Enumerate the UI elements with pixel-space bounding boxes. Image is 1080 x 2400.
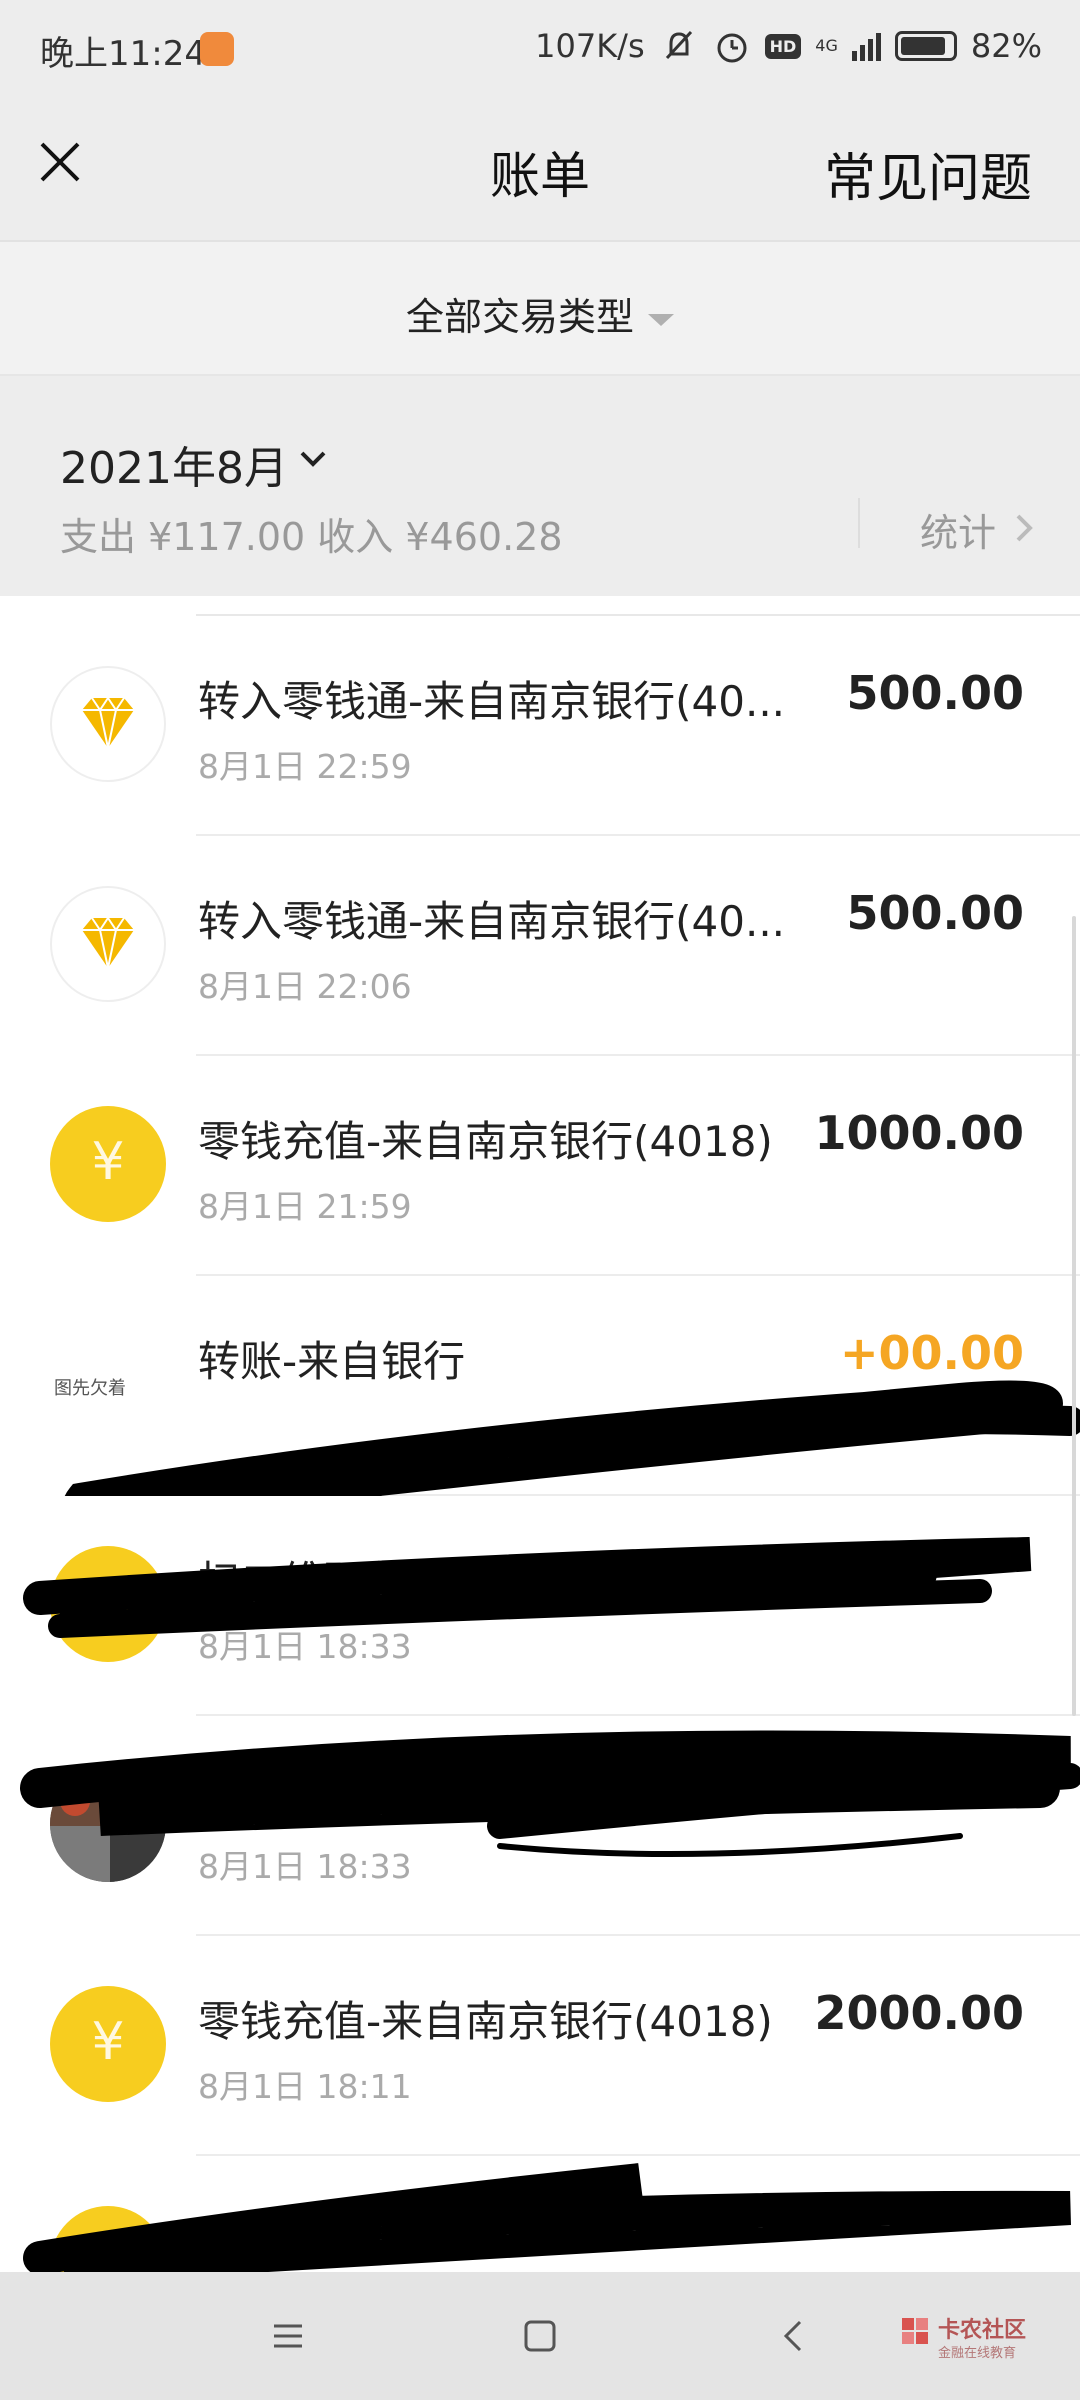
transaction-amount: +00.00	[839, 1326, 1024, 1380]
faq-link[interactable]: 常见问题	[824, 136, 1032, 211]
watermark: 卡农社区 金融在线教育	[900, 2308, 1060, 2368]
transaction-title: 零钱充值-来自南京银行(4018)	[198, 1997, 773, 2046]
chevron-right-icon[interactable]	[1010, 508, 1038, 548]
stats-link[interactable]: 统计	[920, 502, 996, 557]
filter-dropdown[interactable]: 全部交易类型	[0, 286, 1080, 341]
system-nav-bar: 卡农社区 金融在线教育	[0, 2272, 1080, 2400]
transaction-row[interactable]: 扫二维码付款 8月1日 18:33	[0, 1716, 1080, 1936]
signal-icon	[851, 31, 881, 61]
diamond-icon	[50, 886, 166, 1002]
transaction-time: 8月1日 18:33	[198, 1627, 412, 1666]
divider	[858, 498, 860, 548]
yuan-coin-icon: ¥	[50, 1986, 166, 2102]
transaction-row[interactable]: 扫二维码付款 8月1日 18:33	[0, 1496, 1080, 1716]
transaction-amount: 500.00	[846, 666, 1024, 720]
watermark-logo-icon	[902, 2318, 928, 2344]
mute-icon	[665, 30, 692, 60]
home-icon[interactable]	[520, 2316, 560, 2356]
transaction-title: 转入零钱通-来自南京银行(40...	[198, 677, 786, 726]
transaction-title: 转入零钱通-来自南京银行(40...	[198, 897, 786, 946]
transaction-time: 8月1日 18:11	[198, 2067, 412, 2106]
status-time: 晚上11:24	[40, 34, 206, 74]
status-indicators: 107K/s HD 4G 82%	[535, 26, 1042, 66]
nav-bar: 账单 常见问题	[0, 96, 1080, 240]
alarm-icon	[717, 33, 747, 63]
hd-icon: HD	[764, 33, 802, 59]
avatar-text: 图先欠着	[54, 1378, 126, 1399]
transaction-time: 8月1日 21:59	[198, 1187, 412, 1226]
chevron-down-icon[interactable]	[296, 442, 330, 476]
yuan-coin-icon	[50, 1546, 166, 1662]
transaction-row[interactable]: 转入零钱通-来自南京银行(40... 8月1日 22:06 500.00	[0, 836, 1080, 1056]
month-summary: 支出 ¥117.00 收入 ¥460.28	[60, 515, 563, 559]
photo-avatar	[50, 1766, 166, 1882]
month-selector[interactable]: 2021年8月	[60, 432, 288, 496]
transaction-time: 8月1日 18:33	[198, 1847, 412, 1886]
transaction-list: 转入零钱通-来自南京银行(40... 8月1日 22:59 500.00 转入零…	[0, 596, 1080, 2272]
watermark-text: 卡农社区	[938, 2318, 1027, 2343]
month-header: 2021年8月 支出 ¥117.00 收入 ¥460.28 统计	[0, 374, 1080, 596]
caret-down-icon	[648, 313, 674, 326]
filter-label: 全部交易类型	[405, 295, 634, 339]
battery-percent: 82%	[970, 27, 1042, 65]
network-indicator: 4G	[815, 36, 838, 55]
transaction-time: 8月1日 22:06	[198, 967, 412, 1006]
transaction-row[interactable]: 扫二维码付款	[0, 2156, 1080, 2272]
status-bar: 晚上11:24 107K/s HD 4G 82%	[0, 0, 1080, 96]
network-type: 4G	[815, 36, 838, 55]
transaction-type-filter[interactable]: 全部交易类型	[0, 240, 1080, 374]
transaction-row[interactable]: ¥ 零钱充值-来自南京银行(4018) 8月1日 21:59 1000.00	[0, 1056, 1080, 1276]
app-notification-icon	[200, 32, 234, 66]
back-icon[interactable]	[774, 2316, 814, 2356]
transaction-title: 扫二维码付款	[198, 1557, 451, 1606]
scrollbar[interactable]	[1072, 916, 1076, 1716]
diamond-icon	[50, 666, 166, 782]
transaction-row[interactable]: 图先欠着 转账-来自银行 +00.00	[0, 1276, 1080, 1496]
transaction-title: 零钱充值-来自南京银行(4018)	[198, 1117, 773, 1166]
transaction-title: 转账-来自银行	[198, 1337, 466, 1386]
net-speed: 107K/s	[535, 27, 645, 65]
battery-icon	[894, 31, 957, 61]
transaction-title: 扫二维码付款	[198, 2217, 451, 2266]
text-avatar: 图先欠着	[50, 1326, 166, 1442]
transaction-amount: 1000.00	[814, 1106, 1024, 1160]
transaction-amount: 500.00	[846, 886, 1024, 940]
transaction-amount: 2000.00	[814, 1986, 1024, 2040]
transaction-title: 扫二维码付款	[198, 1777, 451, 1826]
menu-icon[interactable]	[268, 2316, 308, 2356]
yuan-coin-icon: ¥	[50, 1106, 166, 1222]
transaction-row[interactable]: 转入零钱通-来自南京银行(40... 8月1日 22:59 500.00	[0, 616, 1080, 836]
transaction-row[interactable]: ¥ 零钱充值-来自南京银行(4018) 8月1日 18:11 2000.00	[0, 1936, 1080, 2156]
transaction-time: 8月1日 22:59	[198, 747, 412, 786]
yuan-coin-icon	[50, 2206, 166, 2272]
watermark-subtext: 金融在线教育	[938, 2346, 1017, 2361]
